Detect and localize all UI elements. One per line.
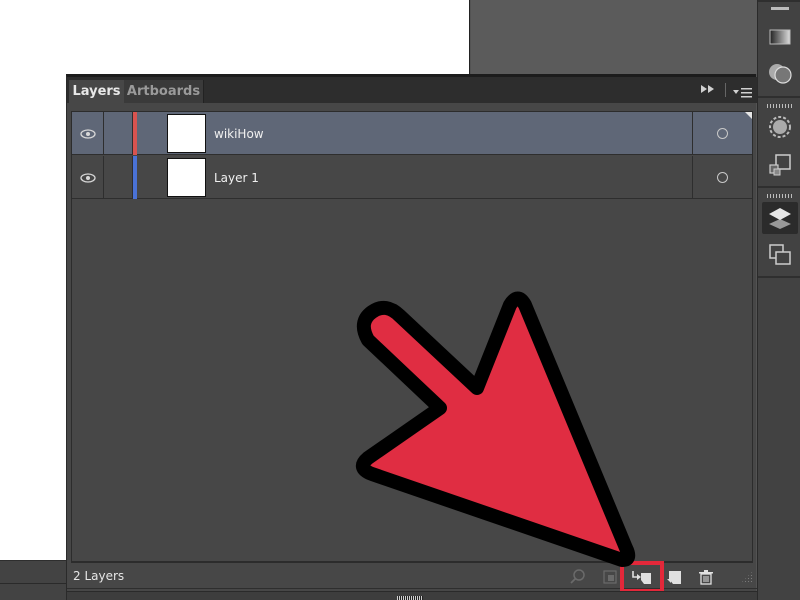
lock-toggle[interactable]	[105, 112, 133, 155]
new-layer-icon	[667, 571, 681, 584]
create-new-sublayer-button[interactable]	[620, 561, 664, 593]
eye-icon	[79, 128, 96, 139]
layer-row[interactable]: wikiHow	[72, 112, 752, 155]
divider	[0, 583, 66, 584]
artboards-icon	[769, 244, 791, 265]
layer-count: 2 Layers	[73, 569, 125, 583]
footer-buttons	[562, 561, 722, 593]
pasteboard	[471, 0, 757, 74]
layer-name[interactable]: wikiHow	[214, 112, 264, 155]
panel-dock	[757, 0, 800, 600]
panel-bottom-bar	[67, 591, 757, 600]
status-strip	[0, 560, 66, 600]
dock-divider	[758, 186, 800, 188]
layer-thumbnail	[167, 158, 206, 197]
dock-button-transform[interactable]	[762, 150, 798, 180]
layers-list: wikiHow Layer 1	[71, 111, 753, 563]
transparency-icon	[769, 64, 792, 84]
stroke-icon	[771, 7, 789, 10]
dock-button-gradient[interactable]	[762, 22, 798, 52]
locate-object-button[interactable]	[562, 567, 594, 587]
layer-name[interactable]: Layer 1	[214, 156, 259, 199]
layers-panel: Layers Artboards wikiHow Layer 1 2 Layer…	[66, 74, 757, 600]
selection-indicator	[745, 112, 752, 119]
dock-button-artboards[interactable]	[762, 240, 798, 270]
target-button[interactable]	[692, 156, 752, 199]
divider	[725, 83, 726, 97]
panel-grip[interactable]	[397, 596, 423, 600]
dock-divider	[758, 276, 800, 278]
clipping-mask-icon	[603, 570, 617, 584]
appearance-icon	[769, 116, 791, 138]
layer-color-indicator	[133, 112, 137, 155]
dock-grip[interactable]	[767, 104, 793, 108]
dock-grip[interactable]	[767, 194, 793, 198]
panel-menu-icon	[733, 88, 752, 98]
panel-menu-button[interactable]	[733, 84, 753, 98]
transform-icon	[769, 154, 791, 176]
create-new-layer-button[interactable]	[658, 567, 690, 587]
double-chevron-right-icon	[701, 84, 714, 93]
target-circle-icon	[717, 128, 728, 139]
panel-tab-bar: Layers Artboards	[67, 77, 757, 103]
visibility-toggle[interactable]	[72, 112, 104, 155]
eye-icon	[79, 172, 96, 183]
layer-row[interactable]: Layer 1	[72, 156, 752, 199]
tab-artboards[interactable]: Artboards	[124, 80, 204, 103]
tab-layers[interactable]: Layers	[69, 80, 124, 103]
trash-icon	[699, 570, 713, 585]
panel-controls	[700, 83, 753, 98]
dock-button-appearance[interactable]	[762, 112, 798, 142]
visibility-toggle[interactable]	[72, 156, 104, 199]
dock-button-stroke[interactable]	[762, 2, 798, 16]
make-clipping-mask-button[interactable]	[594, 567, 626, 587]
layer-color-indicator	[133, 156, 137, 199]
layers-icon	[769, 208, 791, 229]
search-icon	[570, 569, 585, 584]
delete-selection-button[interactable]	[690, 567, 722, 587]
target-circle-icon	[717, 172, 728, 183]
new-sublayer-icon	[632, 571, 651, 584]
dock-divider	[758, 96, 800, 98]
layer-thumbnail	[167, 114, 206, 153]
dock-button-layers[interactable]	[762, 202, 798, 234]
collapse-panel-button[interactable]	[700, 84, 718, 97]
lock-toggle[interactable]	[105, 156, 133, 199]
gradient-icon	[769, 29, 791, 45]
panel-footer: 2 Layers	[67, 561, 757, 593]
resize-grip[interactable]	[741, 571, 753, 583]
dock-button-transparency[interactable]	[762, 58, 798, 88]
target-button[interactable]	[692, 112, 752, 155]
